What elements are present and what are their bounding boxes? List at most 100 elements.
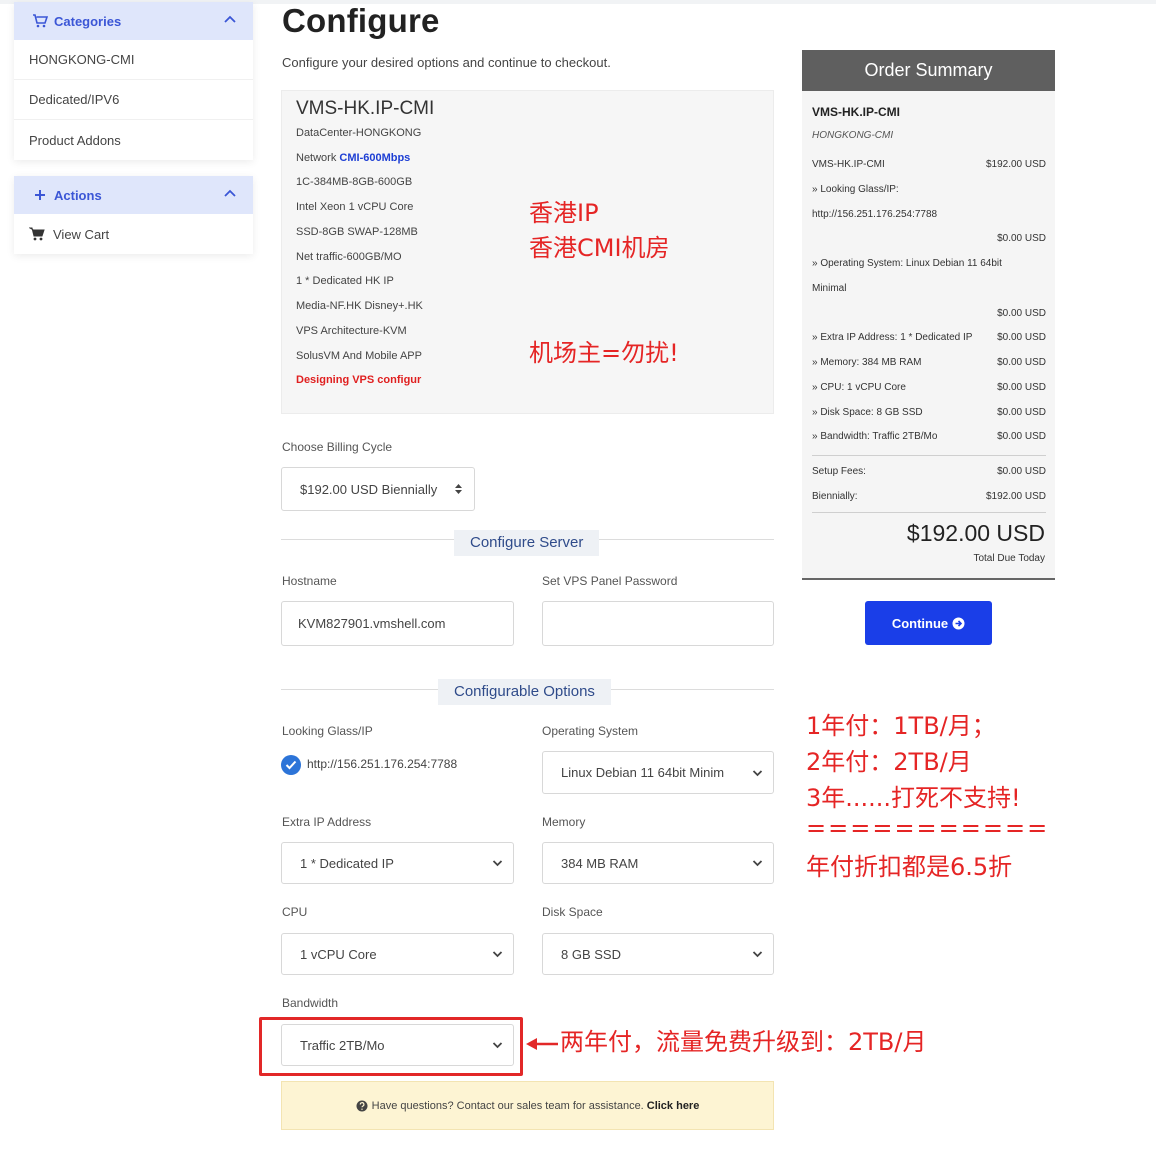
summary-separator (812, 455, 1046, 456)
billing-cycle-label: Choose Billing Cycle (282, 440, 393, 454)
sidebar-item-view-cart[interactable]: View Cart (14, 214, 253, 254)
annotation-pay1: 1年付：1TB/月； (806, 712, 996, 740)
os-value: Linux Debian 11 64bit Minim (561, 765, 725, 780)
summary-setup-fees: Setup Fees: $0.00 USD (812, 466, 1046, 477)
annotation-warning: 机场主=勿扰! (529, 339, 679, 367)
hostname-input[interactable]: KVM827901.vmshell.com (281, 601, 514, 646)
continue-button[interactable]: Continue (865, 601, 992, 645)
summary-separator (812, 512, 1046, 513)
chevron-down-icon (752, 860, 763, 867)
sidebar-item-product-addons[interactable]: Product Addons (14, 120, 253, 160)
sidebar-actions: Actions View Cart (14, 176, 253, 254)
spec-designing: Designing VPS configur (296, 374, 422, 386)
summary-total: $192.00 USD (906, 520, 1045, 546)
summary-row: Minimal (812, 283, 1046, 294)
sidebar: Categories HONGKONG-CMI Dedicated/IPV6 P… (14, 2, 253, 160)
extra-ip-value: 1 * Dedicated IP (300, 855, 394, 871)
summary-row-amount: $0.00 USD (997, 357, 1046, 368)
configurable-options-heading: Configurable Options (438, 679, 611, 705)
annotation-equals: =========== (806, 814, 1050, 842)
order-summary: Order Summary VMS-HK.IP-CMI HONGKONG-CMI… (802, 50, 1055, 580)
summary-row-label: » Disk Space: 8 GB SSD (812, 407, 923, 418)
annotation-pay3: 3年......打死不支持! (806, 784, 1021, 812)
memory-label: Memory (542, 815, 586, 829)
annotation-discount: 年付折扣都是6.5折 (806, 853, 1013, 881)
product-info-box: VMS-HK.IP-CMI DataCenter-HONGKONG Networ… (281, 90, 774, 414)
spec-panel: SolusVM And Mobile APP (296, 350, 422, 362)
summary-row: » Memory: 384 MB RAM $0.00 USD (812, 357, 1046, 368)
os-label: Operating System (542, 724, 639, 738)
summary-cycle-amount: $192.00 USD (985, 491, 1046, 502)
configure-server-heading: Configure Server (454, 530, 600, 556)
check-circle-icon[interactable] (281, 755, 301, 775)
summary-row: » Extra IP Address: 1 * Dedicated IP $0.0… (812, 332, 1046, 343)
chevron-down-icon (752, 951, 763, 958)
bandwidth-highlight-box (259, 1017, 523, 1076)
summary-row-label: » Looking Glass/IP: (812, 184, 899, 195)
summary-setup-amount: $0.00 USD (997, 466, 1046, 477)
chevron-up-icon[interactable] (223, 187, 237, 201)
summary-setup-label: Setup Fees: (812, 466, 866, 477)
summary-product-group: HONGKONG-CMI (812, 130, 894, 141)
sidebar-item-hongkong-cmi[interactable]: HONGKONG-CMI (14, 40, 253, 80)
annotation-hk-cmi: 香港CMI机房 (529, 234, 670, 262)
summary-row-label: » Operating System: Linux Debian 11 64bi… (812, 258, 1002, 269)
product-name: VMS-HK.IP-CMI (296, 98, 435, 119)
summary-row-label: » Memory: 384 MB RAM (812, 357, 922, 368)
sidebar-item-dedicated-ipv6[interactable]: Dedicated/IPV6 (14, 80, 253, 120)
extra-ip-label: Extra IP Address (282, 815, 372, 829)
spec-network: Network CMI-600Mbps (296, 152, 410, 164)
summary-total-label: Total Due Today (973, 553, 1045, 564)
summary-row: » Looking Glass/IP: (812, 184, 1046, 195)
looking-glass-label: Looking Glass/IP (282, 724, 373, 738)
summary-row: » Operating System: Linux Debian 11 64bi… (812, 258, 1046, 269)
disk-value: 8 GB SSD (561, 946, 621, 962)
disk-select[interactable]: 8 GB SSD (542, 933, 774, 975)
summary-row: » Bandwidth: Traffic 2TB/Mo $0.00 USD (812, 431, 1046, 442)
view-cart-label: View Cart (53, 226, 110, 242)
help-link[interactable]: Click here (647, 1100, 700, 1112)
summary-cycle-label: Biennially: (812, 491, 858, 502)
extra-ip-select[interactable]: 1 * Dedicated IP (281, 842, 514, 884)
summary-row-amount: $0.00 USD (997, 407, 1046, 418)
summary-row-label: Minimal (812, 283, 847, 294)
spec-media: Media-NF.HK Disney+.HK (296, 300, 423, 312)
memory-select[interactable]: 384 MB RAM (542, 842, 774, 884)
red-arrow-icon (526, 1038, 558, 1050)
summary-row-amount: $0.00 USD (997, 308, 1046, 319)
summary-row-label: » Extra IP Address: 1 * Dedicated IP (812, 332, 973, 343)
annotation-hk-ip: 香港IP (529, 199, 599, 227)
chevron-down-icon (492, 860, 503, 867)
categories-header[interactable]: Categories (14, 2, 253, 40)
vps-password-input[interactable] (542, 601, 774, 646)
question-icon (356, 1100, 368, 1111)
billing-cycle-value: $192.00 USD Biennially (300, 481, 438, 497)
cpu-select[interactable]: 1 vCPU Core (281, 933, 514, 975)
spec-network-value: CMI-600Mbps (339, 152, 411, 164)
select-updown-icon (455, 484, 462, 494)
os-select[interactable]: Linux Debian 11 64bit Minim (542, 751, 774, 794)
plus-icon (32, 187, 48, 203)
chevron-up-icon[interactable] (223, 13, 237, 27)
actions-header[interactable]: Actions (14, 176, 253, 214)
cpu-label: CPU (282, 905, 308, 919)
continue-label: Continue (891, 615, 949, 631)
spec-arch: VPS Architecture-KVM (296, 325, 407, 337)
summary-row-amount: $0.00 USD (997, 332, 1046, 343)
billing-cycle-select[interactable]: $192.00 USD Biennially (281, 467, 475, 511)
page-title: Configure (282, 2, 440, 39)
spec-cpu: Intel Xeon 1 vCPU Core (296, 201, 414, 213)
annotation-pay2: 2年付：2TB/月 (806, 748, 972, 776)
arrow-right-circle-icon (952, 617, 965, 629)
actions-title: Actions (54, 187, 102, 203)
summary-row-amount: $0.00 USD (997, 382, 1046, 393)
cart-icon (29, 227, 45, 241)
hostname-label: Hostname (282, 574, 337, 588)
chevron-down-icon (752, 769, 763, 776)
looking-glass-value: http://156.251.176.254:7788 (307, 757, 458, 771)
annotation-upgrade: 两年付，流量免费升级到：2TB/月 (560, 1028, 927, 1056)
summary-row-label: » Bandwidth: Traffic 2TB/Mo (812, 431, 938, 442)
page-subtitle: Configure your desired options and conti… (282, 55, 611, 70)
actions-panel: Actions View Cart (14, 176, 253, 254)
summary-product-name: VMS-HK.IP-CMI (812, 105, 900, 119)
